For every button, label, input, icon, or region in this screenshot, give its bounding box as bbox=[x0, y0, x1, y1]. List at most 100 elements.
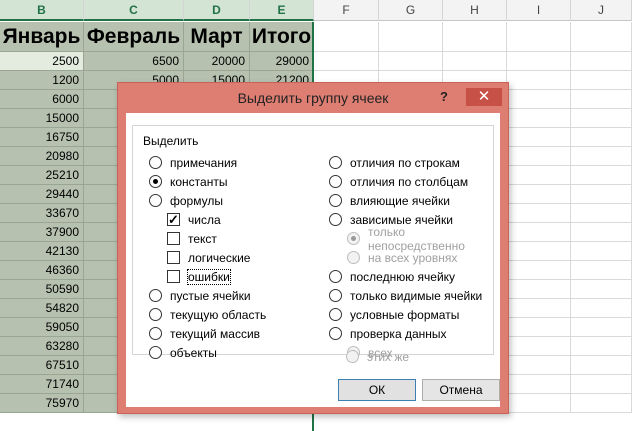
data-cell[interactable]: 75970 bbox=[0, 394, 84, 413]
data-cell[interactable]: 25210 bbox=[0, 166, 84, 185]
radio-column-differences[interactable] bbox=[329, 175, 342, 188]
empty-cell[interactable] bbox=[507, 166, 571, 185]
empty-cell[interactable] bbox=[571, 109, 632, 128]
empty-cell[interactable] bbox=[507, 90, 571, 109]
column-header-h[interactable]: H bbox=[443, 0, 507, 21]
option-direct-only[interactable]: только непосредственно bbox=[347, 225, 493, 253]
column-header-f[interactable]: F bbox=[314, 0, 379, 21]
checkbox-numbers[interactable]: ✓ bbox=[167, 213, 180, 226]
empty-cell[interactable] bbox=[507, 52, 571, 71]
data-cell[interactable]: 71740 bbox=[0, 375, 84, 394]
data-cell[interactable]: 67510 bbox=[0, 356, 84, 375]
option-conditional-formats[interactable]: условные форматы bbox=[329, 306, 459, 323]
column-header-j[interactable]: J bbox=[571, 0, 632, 21]
option-all-levels[interactable]: на всех уровнях bbox=[347, 249, 457, 266]
help-button[interactable]: ? bbox=[436, 88, 452, 106]
empty-cell[interactable] bbox=[571, 394, 632, 413]
option-errors[interactable]: ошибки bbox=[167, 268, 231, 285]
empty-cell[interactable] bbox=[443, 52, 507, 71]
option-last-cell[interactable]: последнюю ячейку bbox=[329, 268, 455, 285]
radio-conditional-formats[interactable] bbox=[329, 308, 342, 321]
radio-formulas[interactable] bbox=[149, 194, 162, 207]
data-cell[interactable]: 54820 bbox=[0, 299, 84, 318]
radio-direct-only[interactable] bbox=[347, 232, 360, 245]
data-cell[interactable]: 6500 bbox=[84, 52, 184, 71]
empty-cell[interactable] bbox=[507, 318, 571, 337]
empty-cell[interactable] bbox=[571, 90, 632, 109]
empty-cell[interactable] bbox=[571, 356, 632, 375]
data-cell[interactable]: 46360 bbox=[0, 261, 84, 280]
empty-cell[interactable] bbox=[571, 318, 632, 337]
radio-notes[interactable] bbox=[149, 156, 162, 169]
column-header-g[interactable]: G bbox=[379, 0, 443, 21]
empty-cell[interactable] bbox=[571, 185, 632, 204]
option-precedents[interactable]: влияющие ячейки bbox=[329, 192, 450, 209]
radio-blanks[interactable] bbox=[149, 289, 162, 302]
option-column-differences[interactable]: отличия по столбцам bbox=[329, 173, 468, 190]
option-numbers[interactable]: ✓ числа bbox=[167, 211, 221, 228]
option-constants[interactable]: константы bbox=[149, 173, 227, 190]
data-cell[interactable]: 42130 bbox=[0, 242, 84, 261]
data-cell[interactable]: 63280 bbox=[0, 337, 84, 356]
ok-button[interactable]: ОК bbox=[338, 379, 416, 401]
column-header-i[interactable]: I bbox=[507, 0, 571, 21]
close-button[interactable]: ✕ bbox=[466, 88, 502, 106]
option-visible-cells-only[interactable]: только видимые ячейки bbox=[329, 287, 482, 304]
data-cell[interactable]: 20980 bbox=[0, 147, 84, 166]
data-cell[interactable]: 50590 bbox=[0, 280, 84, 299]
empty-cell[interactable] bbox=[379, 22, 443, 52]
option-current-region[interactable]: текущую область bbox=[149, 306, 266, 323]
empty-cell[interactable] bbox=[507, 375, 571, 394]
option-validation-same[interactable]: этих же bbox=[346, 348, 409, 365]
radio-current-region[interactable] bbox=[149, 308, 162, 321]
empty-cell[interactable] bbox=[507, 223, 571, 242]
empty-cell[interactable] bbox=[443, 22, 507, 52]
option-logicals[interactable]: логические bbox=[167, 249, 250, 266]
option-objects[interactable]: объекты bbox=[149, 344, 217, 361]
radio-row-differences[interactable] bbox=[329, 156, 342, 169]
empty-cell[interactable] bbox=[507, 147, 571, 166]
empty-cell[interactable] bbox=[507, 185, 571, 204]
radio-current-array[interactable] bbox=[149, 327, 162, 340]
empty-cell[interactable] bbox=[507, 71, 571, 90]
radio-visible-cells-only[interactable] bbox=[329, 289, 342, 302]
option-blanks[interactable]: пустые ячейки bbox=[149, 287, 251, 304]
radio-objects[interactable] bbox=[149, 346, 162, 359]
empty-cell[interactable] bbox=[571, 204, 632, 223]
empty-cell[interactable] bbox=[571, 280, 632, 299]
checkbox-logicals[interactable] bbox=[167, 251, 180, 264]
empty-cell[interactable] bbox=[507, 280, 571, 299]
column-header-e[interactable]: E bbox=[250, 0, 314, 21]
empty-cell[interactable] bbox=[571, 242, 632, 261]
radio-data-validation[interactable] bbox=[329, 327, 342, 340]
option-current-array[interactable]: текущий массив bbox=[149, 325, 260, 342]
data-cell[interactable]: 6000 bbox=[0, 90, 84, 109]
empty-cell[interactable] bbox=[571, 147, 632, 166]
empty-cell[interactable] bbox=[507, 261, 571, 280]
empty-cell[interactable] bbox=[507, 242, 571, 261]
radio-last-cell[interactable] bbox=[329, 270, 342, 283]
empty-cell[interactable] bbox=[571, 52, 632, 71]
header-cell-february[interactable]: Февраль bbox=[84, 22, 184, 52]
empty-cell[interactable] bbox=[571, 261, 632, 280]
column-header-b[interactable]: B bbox=[0, 0, 84, 21]
option-row-differences[interactable]: отличия по строкам bbox=[329, 154, 460, 171]
data-cell[interactable]: 29000 bbox=[250, 52, 314, 71]
checkbox-text[interactable] bbox=[167, 232, 180, 245]
empty-cell[interactable] bbox=[507, 109, 571, 128]
data-cell[interactable]: 33670 bbox=[0, 204, 84, 223]
empty-cell[interactable] bbox=[314, 52, 379, 71]
radio-precedents[interactable] bbox=[329, 194, 342, 207]
empty-cell[interactable] bbox=[507, 22, 571, 52]
empty-cell[interactable] bbox=[571, 337, 632, 356]
column-header-d[interactable]: D bbox=[184, 0, 250, 21]
checkbox-errors[interactable] bbox=[167, 270, 180, 283]
option-data-validation[interactable]: проверка данных bbox=[329, 325, 447, 342]
empty-cell[interactable] bbox=[571, 223, 632, 242]
data-cell[interactable]: 1200 bbox=[0, 71, 84, 90]
data-cell[interactable]: 37900 bbox=[0, 223, 84, 242]
empty-cell[interactable] bbox=[571, 71, 632, 90]
empty-cell[interactable] bbox=[571, 299, 632, 318]
option-text[interactable]: текст bbox=[167, 230, 217, 247]
header-cell-march[interactable]: Март bbox=[184, 22, 250, 52]
